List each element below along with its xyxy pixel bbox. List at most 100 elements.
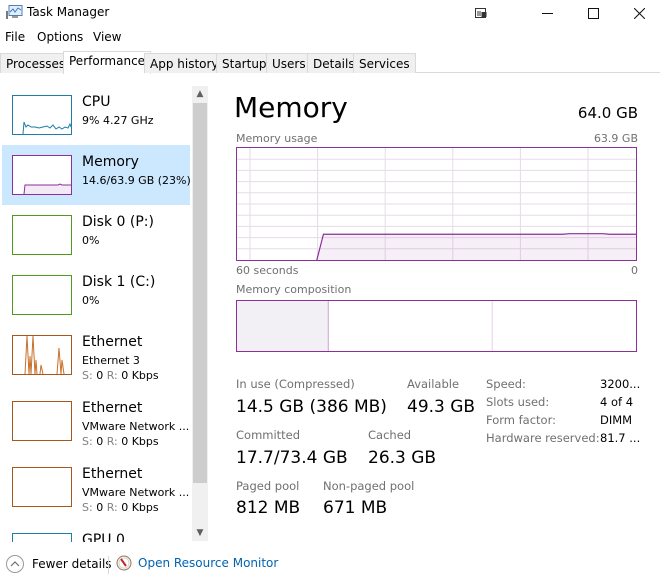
speed-label: Speed: — [486, 377, 526, 391]
sidebar-item-ethernet-3[interactable]: Ethernet Ethernet 3 S: 0 R: 0 Kbps — [2, 325, 190, 385]
fewer-details-label: Fewer details — [32, 557, 112, 571]
menu-options[interactable]: Options — [37, 30, 83, 44]
sidebar-item-ethernet-vmware-1[interactable]: Ethernet VMware Network ... S: 0 R: 0 Kb… — [2, 391, 190, 451]
cpu-thumbnail-line — [22, 121, 72, 135]
sidebar-item-throughput: S: 0 R: 0 Kbps — [82, 501, 159, 514]
close-icon — [633, 7, 645, 19]
tab-startup[interactable]: Startup — [216, 53, 273, 73]
memory-composition-bar — [237, 301, 636, 351]
sidebar-item-cpu[interactable]: CPU 9% 4.27 GHz — [2, 85, 190, 145]
resource-monitor-icon — [116, 555, 132, 571]
paged-pool-label: Paged pool — [236, 479, 300, 493]
sidebar-item-memory[interactable]: Memory 14.6/63.9 GB (23%) — [2, 145, 191, 205]
compact-view-button[interactable] — [458, 0, 504, 26]
memory-usage-area — [316, 233, 636, 260]
in-use-value: 14.5 GB (386 MB) — [236, 397, 387, 417]
memory-composition-graph — [236, 300, 637, 352]
hardware-reserved-value: 81.7 ... — [600, 431, 641, 445]
chevron-up-circle-icon — [6, 555, 24, 573]
cached-value: 26.3 GB — [368, 448, 437, 468]
minimize-button[interactable] — [524, 0, 570, 26]
menu-file[interactable]: File — [5, 30, 25, 44]
x-axis-left-label: 60 seconds — [236, 264, 299, 277]
memory-thumbnail-graph — [12, 155, 72, 195]
ethernet-vmware1-thumbnail-graph — [12, 401, 72, 441]
sidebar-item-sub: 0% — [82, 234, 100, 247]
memory-usage-chart — [237, 148, 636, 261]
memory-usage-graph — [236, 147, 637, 261]
disk0-thumbnail-graph — [12, 215, 72, 255]
form-factor-label: Form factor: — [486, 413, 556, 427]
memory-composition-label: Memory composition — [236, 283, 352, 296]
title-bar: Task Manager — [0, 0, 660, 26]
scrollbar-thumb[interactable] — [193, 103, 207, 483]
committed-value: 17.7/73.4 GB — [236, 448, 348, 468]
close-button[interactable] — [616, 0, 660, 26]
speed-value: 3200... — [600, 377, 641, 391]
compact-view-icon — [475, 7, 487, 18]
slots-used-label: Slots used: — [486, 395, 550, 409]
tab-bar: Processes Performance App history Startu… — [0, 51, 660, 74]
scroll-down-arrow-icon[interactable]: ▼ — [192, 525, 208, 541]
memory-total: 64.0 GB — [577, 104, 638, 122]
x-axis-right-label: 0 — [631, 264, 638, 277]
available-label: Available — [407, 377, 460, 391]
sidebar-item-title: Ethernet — [82, 400, 143, 416]
committed-label: Committed — [236, 428, 301, 442]
in-use-label: In use (Compressed) — [236, 377, 355, 391]
hardware-reserved-label: Hardware reserved: — [486, 431, 600, 445]
tab-app-history[interactable]: App history — [144, 53, 225, 73]
sidebar-item-sub: VMware Network ... — [82, 486, 190, 499]
scroll-up-arrow-icon[interactable]: ▲ — [192, 86, 208, 102]
sidebar-item-throughput: S: 0 R: 0 Kbps — [82, 435, 159, 448]
sidebar-scrollbar[interactable]: ▲ ▼ — [192, 86, 208, 541]
slots-used-value: 4 of 4 — [600, 395, 634, 409]
ethernet-vmware2-thumbnail-graph — [12, 467, 72, 507]
tab-users[interactable]: Users — [266, 53, 312, 73]
standby-segment — [328, 301, 493, 351]
sidebar-item-ethernet-vmware-2[interactable]: Ethernet VMware Network ... S: 0 R: 0 Kb… — [2, 457, 190, 517]
cpu-thumbnail-graph — [12, 95, 72, 135]
disk1-thumbnail-graph — [12, 275, 72, 315]
minimize-icon — [541, 12, 553, 14]
sidebar-item-gpu-0[interactable]: GPU 0 — [2, 523, 190, 542]
sidebar-item-sub: Ethernet 3 — [82, 354, 140, 367]
sidebar-item-title: Ethernet — [82, 466, 143, 482]
non-paged-pool-value: 671 MB — [323, 498, 388, 518]
menu-view[interactable]: View — [93, 30, 121, 44]
sidebar-item-sub: VMware Network ... — [82, 420, 190, 433]
task-manager-app-icon — [6, 5, 23, 19]
page-title: Memory — [234, 91, 348, 124]
non-paged-pool-label: Non-paged pool — [323, 479, 415, 493]
ethernet3-thumbnail-graph — [12, 335, 72, 375]
sidebar-item-title: CPU — [82, 94, 111, 110]
sidebar-item-title: Memory — [82, 154, 139, 170]
sidebar-item-throughput: S: 0 R: 0 Kbps — [82, 369, 159, 382]
sidebar-item-title: Disk 1 (C:) — [82, 274, 156, 290]
sidebar-item-disk-1[interactable]: Disk 1 (C:) 0% — [2, 265, 190, 325]
paged-pool-value: 812 MB — [236, 498, 301, 518]
sidebar-item-disk-0[interactable]: Disk 0 (P:) 0% — [2, 205, 190, 265]
free-segment — [492, 301, 636, 351]
maximize-icon — [587, 7, 599, 19]
ethernet3-thumbnail-lines — [24, 335, 65, 375]
tab-processes[interactable]: Processes — [0, 53, 72, 73]
in-use-segment — [237, 301, 329, 351]
footer-divider — [108, 556, 109, 574]
window-title: Task Manager — [27, 5, 110, 19]
footer: Fewer details Open Resource Monitor — [0, 552, 660, 580]
maximize-button[interactable] — [570, 0, 616, 26]
sidebar-item-title: GPU 0 — [82, 532, 125, 542]
performance-sidebar: CPU 9% 4.27 GHz Memory 14.6/63.9 GB (23%… — [0, 82, 192, 542]
open-resource-monitor-link[interactable]: Open Resource Monitor — [116, 555, 278, 571]
fewer-details-button[interactable]: Fewer details — [6, 555, 112, 573]
memory-thumbnail-line — [23, 183, 71, 195]
sidebar-item-title: Disk 0 (P:) — [82, 214, 154, 230]
sidebar-item-sub: 9% 4.27 GHz — [82, 114, 154, 127]
tab-services[interactable]: Services — [353, 53, 416, 73]
memory-usage-max: 63.9 GB — [593, 132, 638, 145]
gpu0-thumbnail-graph — [12, 533, 72, 542]
form-factor-value: DIMM — [600, 413, 633, 427]
memory-usage-label: Memory usage — [236, 132, 318, 145]
tab-performance[interactable]: Performance — [63, 51, 152, 74]
